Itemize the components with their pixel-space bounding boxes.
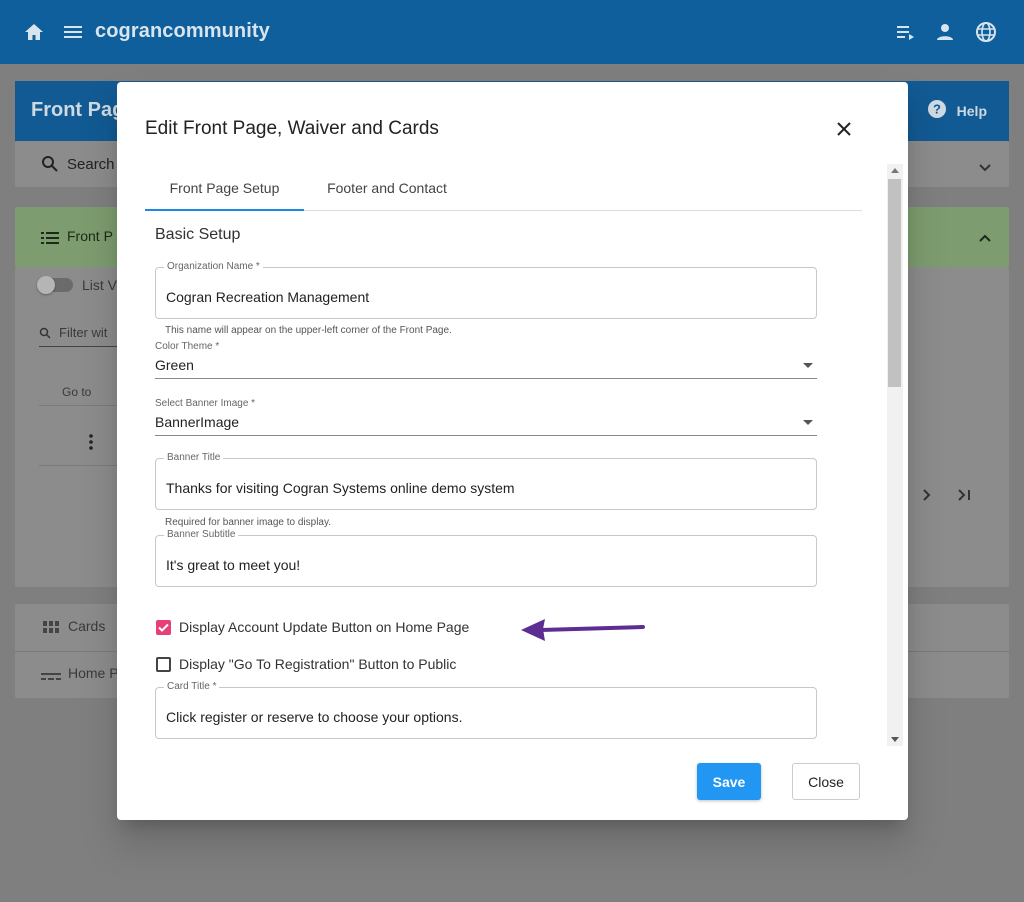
tab-bar: Front Page Setup Footer and Contact [145,166,862,211]
page-title: Front Pag [31,99,125,121]
dialog-title: Edit Front Page, Waiver and Cards [145,118,439,139]
search-label: Search [67,156,115,173]
color-theme-value: Green [155,357,194,373]
organization-name-hint: This name will appear on the upper-left … [165,325,452,336]
tab-footer-and-contact[interactable]: Footer and Contact [313,166,461,210]
dialog-scrollbar[interactable] [887,164,903,746]
svg-text:?: ? [933,102,941,117]
more-vert-icon[interactable] [89,434,93,455]
checkbox-unchecked[interactable] [156,656,171,672]
organization-name-field[interactable]: Organization Name * Cogran Recreation Ma… [155,261,817,319]
dropdown-arrow-icon[interactable] [803,363,813,368]
toggle-knob [37,276,55,294]
organization-name-value[interactable]: Cogran Recreation Management [166,289,369,305]
scroll-up-arrow-icon[interactable] [891,168,899,173]
table-divider [39,405,119,406]
annotation-arrow [521,619,645,641]
last-page-icon[interactable] [958,488,972,506]
grid-icon [43,620,59,638]
account-update-checkbox[interactable]: Display Account Update Button on Home Pa… [156,619,469,635]
queue-list-icon[interactable] [893,20,917,44]
filter-input[interactable]: Filter wit [59,325,107,340]
organization-name-label: Organization Name * [164,261,263,272]
app-bar: cograncommunity [0,0,1024,64]
banner-image-value: BannerImage [155,414,240,430]
scroll-down-arrow-icon[interactable] [891,737,899,742]
account-icon[interactable] [933,20,957,44]
menu-icon[interactable] [61,20,85,44]
table-divider [39,465,119,466]
go-to-registration-checkbox[interactable]: Display "Go To Registration" Button to P… [156,656,456,672]
section-label: Front P [67,228,113,244]
tab-front-page-setup[interactable]: Front Page Setup [145,166,304,211]
edit-front-page-dialog: Edit Front Page, Waiver and Cards Front … [117,82,908,820]
help-label: Help [956,102,987,119]
globe-icon[interactable] [974,20,998,44]
filter-underline [39,346,119,347]
banner-subtitle-value[interactable]: It's great to meet you! [166,557,300,573]
card-title-field[interactable]: Card Title * Click register or reserve t… [155,681,817,739]
home-icon[interactable] [22,20,46,44]
dialog-content: Basic Setup Organization Name * Cogran R… [145,212,862,750]
go-to-registration-label: Display "Go To Registration" Button to P… [179,656,457,672]
account-update-label: Display Account Update Button on Home Pa… [179,619,470,635]
checkbox-checked[interactable] [156,619,171,635]
banner-subtitle-field[interactable]: Banner Subtitle It's great to meet you! [155,529,817,587]
banner-title-value[interactable]: Thanks for visiting Cogran Systems onlin… [166,480,515,496]
banner-title-label: Banner Title [164,452,224,463]
banner-subtitle-label: Banner Subtitle [164,529,239,540]
card-title-label: Card Title * [164,681,220,692]
home-label[interactable]: Home P [68,665,119,681]
cards-label[interactable]: Cards [68,618,105,634]
dropdown-arrow-icon[interactable] [803,420,813,425]
help-icon: ? [927,99,947,122]
home-layout-icon [41,668,61,686]
color-theme-label: Color Theme * [155,341,220,352]
list-icon [41,231,59,249]
app-brand[interactable]: cograncommunity [95,20,270,43]
search-icon [41,155,59,178]
card-title-value[interactable]: Click register or reserve to choose your… [166,709,462,725]
banner-image-label: Select Banner Image * [155,398,256,409]
banner-title-field[interactable]: Banner Title Thanks for visiting Cogran … [155,452,817,510]
color-theme-select[interactable]: Color Theme * Green [155,341,817,379]
toggle-label: List V [82,277,118,293]
chevron-right-icon[interactable] [923,488,931,506]
filter-search-icon [39,326,51,344]
help-button[interactable]: ? Help [927,99,987,122]
goto-header: Go to [62,385,92,399]
chevron-up-icon[interactable] [979,229,991,247]
banner-title-hint: Required for banner image to display. [165,517,332,528]
chevron-down-icon[interactable] [979,159,991,177]
save-button[interactable]: Save [697,763,761,800]
close-icon[interactable] [833,118,855,140]
close-button[interactable]: Close [792,763,860,800]
basic-setup-heading: Basic Setup [155,226,241,243]
scrollbar-thumb[interactable] [888,179,901,387]
banner-image-select[interactable]: Select Banner Image * BannerImage [155,398,817,436]
